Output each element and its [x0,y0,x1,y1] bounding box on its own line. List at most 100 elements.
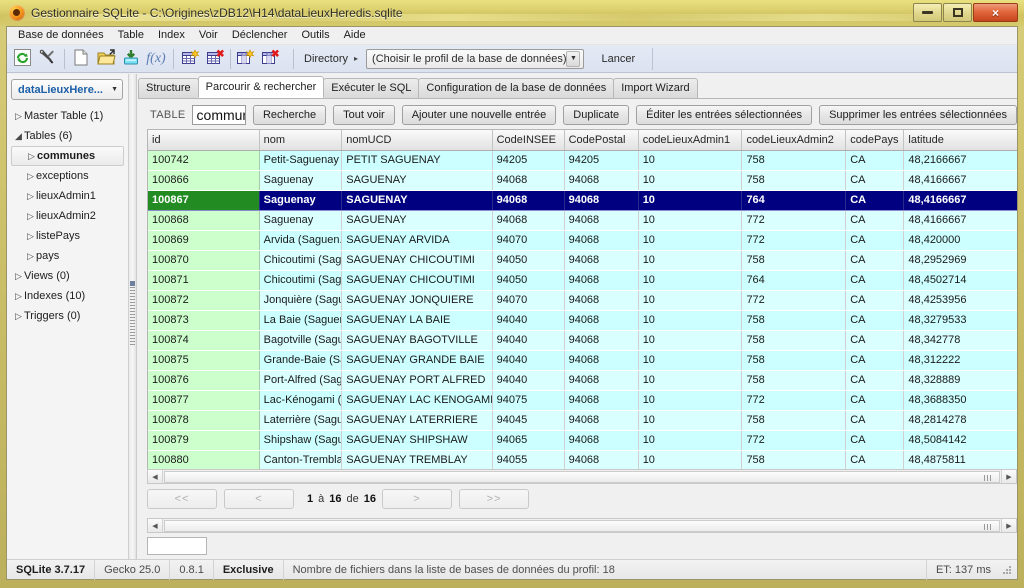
cell-codepostal[interactable]: 94068 [564,270,639,291]
table-row[interactable]: 100873La Baie (Saguen...SAGUENAY LA BAIE… [148,310,1017,331]
cell-codeinsee[interactable]: 94075 [492,390,565,411]
sidebar-splitter[interactable] [129,74,137,559]
cell-codepays[interactable]: CA [845,250,905,271]
cell-id[interactable]: 100867 [148,190,260,211]
cell-codeinsee[interactable]: 94050 [492,270,565,291]
cell-latitude[interactable]: 48,4166667 [903,210,1017,231]
cell-id[interactable]: 100872 [148,290,260,311]
table-row[interactable]: 100866 Saguenay SAGUENAY 94068 94068 10 758 CA 4… [148,170,1017,191]
cell-codeinsee[interactable]: 94068 [492,210,565,231]
cell-codepays[interactable]: CA [845,190,905,211]
lancer-button[interactable]: Lancer [592,50,644,68]
cell-codeinsee[interactable]: 94068 [492,170,565,191]
cell-latitude[interactable]: 48,3688350 [903,390,1017,411]
menu-aide[interactable]: Aide [337,27,373,44]
cell-nomucd[interactable]: SAGUENAY TREMBLAY [341,450,493,469]
import-button[interactable] [119,47,143,71]
menu-voir[interactable]: Voir [192,27,225,44]
cell-latitude[interactable]: 48,4166667 [903,170,1017,191]
cell-codepostal[interactable]: 94068 [564,170,639,191]
resize-grip-icon[interactable] [1000,563,1014,577]
sidebar-item-communes[interactable]: ▷ communes [11,146,124,166]
previous-page-button[interactable]: < [224,489,294,509]
cell-latitude[interactable]: 48,2166667 [903,150,1017,171]
new-column-button[interactable] [233,47,257,71]
scrollbar-thumb[interactable] [164,471,1000,483]
cell-codelieuxadmin1[interactable]: 10 [638,250,743,271]
cell-id[interactable]: 100877 [148,390,260,411]
cell-codeinsee[interactable]: 94068 [492,190,565,211]
cell-nom[interactable]: Bagotville (Sagu... [259,330,343,351]
table-row[interactable]: 100869 Arvida (Saguen... SAGUENAY ARVIDA 94… [148,230,1017,251]
recherche-button[interactable]: Recherche [252,105,327,125]
database-selector[interactable]: dataLieuxHere... ▼ [11,79,123,100]
grid-horizontal-scrollbar[interactable]: ◀ ▶ [147,469,1017,484]
table-row[interactable]: 100875Grande-Baie (Sa...SAGUENAY GRANDE … [148,350,1017,371]
twisty-icon[interactable]: ▷ [26,151,37,162]
table-row[interactable]: 100868 Saguenay SAGUENAY 94068 94068 10 772 CA 4… [148,210,1017,231]
new-table-button[interactable] [178,47,202,71]
cell-id[interactable]: 100876 [148,370,260,391]
tab-import-wizard[interactable]: Import Wizard [613,78,698,98]
cell-nom[interactable]: Saguenay [259,190,343,211]
table-row[interactable]: 100742 Petit-Saguenay PETIT SAGUENAY 94205 9… [148,150,1017,171]
cell-codelieuxadmin2[interactable]: 758 [741,310,847,331]
cell-codelieuxadmin1[interactable]: 10 [638,170,743,191]
cell-codepays[interactable]: CA [845,350,905,371]
column-header-codepays[interactable]: codePays [845,130,905,151]
column-header-codepostal[interactable]: CodePostal [564,130,639,151]
cell-codelieuxadmin1[interactable]: 10 [638,330,743,351]
cell-nom[interactable]: Canton-Trembla... [259,450,343,469]
cell-codeinsee[interactable]: 94040 [492,330,565,351]
cell-codepays[interactable]: CA [845,410,905,431]
cell-nom[interactable]: Shipshaw (Sagu... [259,430,343,451]
cell-nom[interactable]: Jonquière (Sagu... [259,290,343,311]
cell-codelieuxadmin2[interactable]: 764 [741,190,847,211]
cell-codepays[interactable]: CA [845,210,905,231]
cell-codepostal[interactable]: 94068 [564,290,639,311]
menu-index[interactable]: Index [151,27,192,44]
cell-codepays[interactable]: CA [845,230,905,251]
next-page-button[interactable]: > [382,489,452,509]
cell-codepays[interactable]: CA [845,150,905,171]
cell-nomucd[interactable]: SAGUENAY SHIPSHAW [341,430,493,451]
sidebar-item-listepays[interactable]: ▷ listePays [11,226,124,246]
cell-codepays[interactable]: CA [845,370,905,391]
cell-id[interactable]: 100868 [148,210,260,231]
cell-nom[interactable]: Chicoutimi (Sag... [259,250,343,271]
first-page-button[interactable]: << [147,489,217,509]
cell-id[interactable]: 100869 [148,230,260,251]
cell-codelieuxadmin2[interactable]: 758 [741,170,847,191]
table-row[interactable]: 100871Chicoutimi (Sag...SAGUENAY CHICOUT… [148,270,1017,291]
cell-nomucd[interactable]: SAGUENAY CHICOUTIMI [341,270,493,291]
cell-id[interactable]: 100874 [148,330,260,351]
cell-codepays[interactable]: CA [845,330,905,351]
table-row[interactable]: 100870Chicoutimi (Sag...SAGUENAY CHICOUT… [148,250,1017,271]
twisty-icon[interactable]: ▷ [25,171,36,182]
twisty-icon[interactable]: ▷ [25,251,36,262]
drop-column-button[interactable] [258,47,282,71]
cell-nom[interactable]: Lac-Kénogami (... [259,390,343,411]
cell-codepostal[interactable]: 94068 [564,450,639,469]
sidebar-item-indexes[interactable]: ▷ Indexes (10) [11,286,124,306]
column-header-codelieuxadmin1[interactable]: codeLieuxAdmin1 [638,130,743,151]
twisty-icon[interactable]: ▷ [13,311,24,322]
scroll-left-icon[interactable]: ◀ [148,470,163,483]
database-profile-select[interactable]: (Choisir le profil de la base de données… [366,48,585,69]
tab-parcourir-rechercher[interactable]: Parcourir & rechercher [197,76,325,98]
new-database-button[interactable] [69,47,93,71]
cell-nomucd[interactable]: SAGUENAY LA BAIE [341,310,493,331]
cell-nomucd[interactable]: SAGUENAY LAC KENOGAMI [341,390,493,411]
cell-nomucd[interactable]: SAGUENAY CHICOUTIMI [341,250,493,271]
cell-nom[interactable]: Saguenay [259,170,343,191]
menu-table[interactable]: Table [111,27,151,44]
cell-codelieuxadmin2[interactable]: 772 [741,230,847,251]
cell-codelieuxadmin2[interactable]: 772 [741,390,847,411]
cell-codepostal[interactable]: 94205 [564,150,639,171]
cell-codeinsee[interactable]: 94205 [492,150,565,171]
cell-codelieuxadmin1[interactable]: 10 [638,190,743,211]
menu-base-de-donnees[interactable]: Base de données [11,27,111,44]
cell-codepays[interactable]: CA [845,450,905,469]
cell-nomucd[interactable]: SAGUENAY [341,210,493,231]
cell-nomucd[interactable]: SAGUENAY LATERRIERE [341,410,493,431]
